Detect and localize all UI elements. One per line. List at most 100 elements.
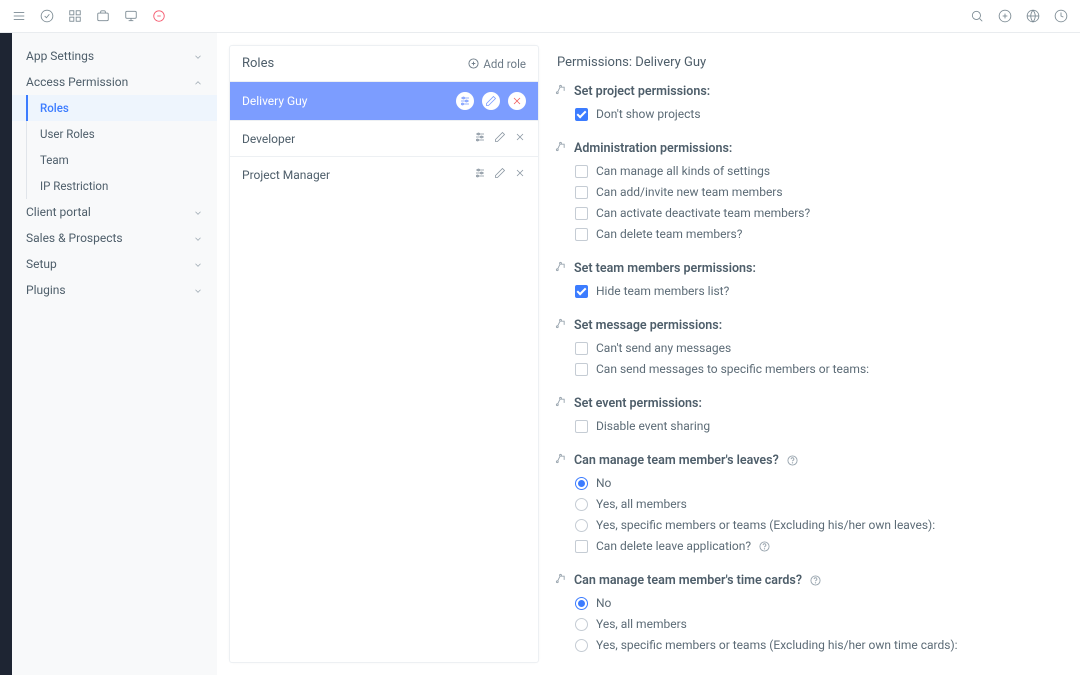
help-icon[interactable] [759, 541, 770, 552]
perm-checkbox[interactable] [575, 420, 588, 433]
settings-icon[interactable] [456, 92, 474, 110]
perm-option[interactable]: Yes, all members [575, 495, 1064, 513]
link-icon [555, 318, 566, 333]
globe-icon[interactable] [1026, 9, 1040, 23]
perm-radio[interactable] [575, 519, 588, 532]
perm-checkbox[interactable] [575, 540, 588, 553]
link-icon [555, 84, 566, 99]
perm-option[interactable]: Disable event sharing [575, 417, 1064, 435]
perm-option[interactable]: Can't send any messages [575, 339, 1064, 357]
settings-icon[interactable] [474, 167, 486, 182]
delete-icon[interactable] [514, 131, 526, 146]
perm-option[interactable]: Can activate deactivate team members? [575, 204, 1064, 222]
perm-checkbox[interactable] [575, 285, 588, 298]
link-icon [555, 141, 566, 156]
perm-option[interactable]: Yes, specific members or teams (Excludin… [575, 636, 1064, 654]
link-icon [555, 573, 566, 588]
sidebar-item-setup[interactable]: Setup [12, 251, 217, 277]
sidebar-item-access-permission[interactable]: Access Permission [12, 69, 217, 95]
sidebar-item-label: App Settings [26, 49, 193, 63]
edit-icon[interactable] [482, 92, 500, 110]
add-role-button[interactable]: Add role [468, 57, 526, 71]
perm-option-label: Can activate deactivate team members? [596, 204, 810, 222]
search-icon[interactable] [970, 9, 984, 23]
main-area: App Settings Access Permission RolesUser R… [0, 33, 1080, 675]
perm-checkbox[interactable] [575, 108, 588, 121]
top-bar [0, 0, 1080, 33]
sidebar-sub: RolesUser RolesTeamIP Restriction [12, 95, 217, 199]
sidebar-item-app-settings[interactable]: App Settings [12, 43, 217, 69]
edit-icon[interactable] [494, 131, 506, 146]
perm-option[interactable]: Can add/invite new team members [575, 183, 1064, 201]
delete-icon[interactable] [508, 92, 526, 110]
perm-checkbox[interactable] [575, 186, 588, 199]
nav-sliver [0, 33, 12, 675]
perm-option[interactable]: Can delete team members? [575, 225, 1064, 243]
perm-option-label: Can send messages to specific members or… [596, 360, 869, 378]
perm-radio[interactable] [575, 477, 588, 490]
role-row-project-manager[interactable]: Project Manager [230, 157, 538, 192]
perm-checkbox[interactable] [575, 342, 588, 355]
perm-option-label: Yes, all members [596, 495, 687, 513]
check-icon[interactable] [40, 9, 54, 23]
perm-radio[interactable] [575, 597, 588, 610]
role-name: Delivery Guy [242, 94, 456, 108]
plus-circle-icon[interactable] [998, 9, 1012, 23]
delete-icon[interactable] [514, 167, 526, 182]
perm-option[interactable]: Can send messages to specific members or… [575, 360, 1064, 378]
sidebar-subitem-ip-restriction[interactable]: IP Restriction [12, 173, 217, 199]
perm-section: Can manage team member's time cards? No Ye… [555, 573, 1064, 654]
sidebar-item-label: Access Permission [26, 75, 193, 89]
perm-option[interactable]: Yes, all members [575, 615, 1064, 633]
sidebar-item-label: Sales & Prospects [26, 231, 193, 245]
perm-option-label: Hide team members list? [596, 282, 729, 300]
perm-radio[interactable] [575, 639, 588, 652]
perm-checkbox[interactable] [575, 228, 588, 241]
perm-radio[interactable] [575, 498, 588, 511]
perm-options: Hide team members list? [575, 282, 1064, 300]
perm-checkbox[interactable] [575, 165, 588, 178]
perm-section: Set event permissions:Disable event shar… [555, 396, 1064, 435]
roles-header: Roles Add role [230, 46, 538, 82]
perm-radio[interactable] [575, 618, 588, 631]
perm-option[interactable]: Don't show projects [575, 105, 1064, 123]
perm-option-label: Can add/invite new team members [596, 183, 783, 201]
chevron-down-icon [193, 233, 203, 243]
role-row-developer[interactable]: Developer [230, 121, 538, 157]
settings-icon[interactable] [474, 131, 486, 146]
topbar-right [970, 9, 1068, 23]
perm-option[interactable]: No [575, 594, 1064, 612]
sidebar-item-plugins[interactable]: Plugins [12, 277, 217, 303]
sidebar-item-sales-prospects[interactable]: Sales & Prospects [12, 225, 217, 251]
perm-options: Can manage all kinds of settings Can add/… [575, 162, 1064, 243]
perm-checkbox[interactable] [575, 207, 588, 220]
perm-checkbox[interactable] [575, 363, 588, 376]
help-icon[interactable] [787, 455, 798, 466]
role-row-delivery-guy[interactable]: Delivery Guy [230, 82, 538, 121]
perm-options: No Yes, all members Yes, specific members … [575, 594, 1064, 654]
sidebar-subitem-team[interactable]: Team [12, 147, 217, 173]
help-icon[interactable] [810, 575, 821, 586]
grid-icon[interactable] [68, 9, 82, 23]
perm-option[interactable]: Yes, specific members or teams (Excludin… [575, 516, 1064, 534]
history-icon[interactable] [1054, 9, 1068, 23]
menu-icon[interactable] [12, 9, 26, 23]
role-name: Developer [242, 132, 474, 146]
perm-section-title: Can manage team member's time cards? [555, 573, 1064, 588]
perm-option[interactable]: Can manage all kinds of settings [575, 162, 1064, 180]
briefcase-icon[interactable] [96, 9, 110, 23]
clock-alert-icon[interactable] [152, 9, 166, 23]
edit-icon[interactable] [494, 167, 506, 182]
role-actions [474, 167, 526, 182]
perm-option[interactable]: No [575, 474, 1064, 492]
sidebar-subitem-user-roles[interactable]: User Roles [12, 121, 217, 147]
perm-options: Disable event sharing [575, 417, 1064, 435]
perm-option-label: No [596, 474, 611, 492]
perm-options: Don't show projects [575, 105, 1064, 123]
perm-option[interactable]: Hide team members list? [575, 282, 1064, 300]
sidebar-subitem-roles[interactable]: Roles [12, 95, 217, 121]
sidebar-item-client-portal[interactable]: Client portal [12, 199, 217, 225]
monitor-icon[interactable] [124, 9, 138, 23]
perm-option[interactable]: Can delete leave application? [575, 537, 1064, 555]
perm-section: Set team members permissions:Hide team m… [555, 261, 1064, 300]
